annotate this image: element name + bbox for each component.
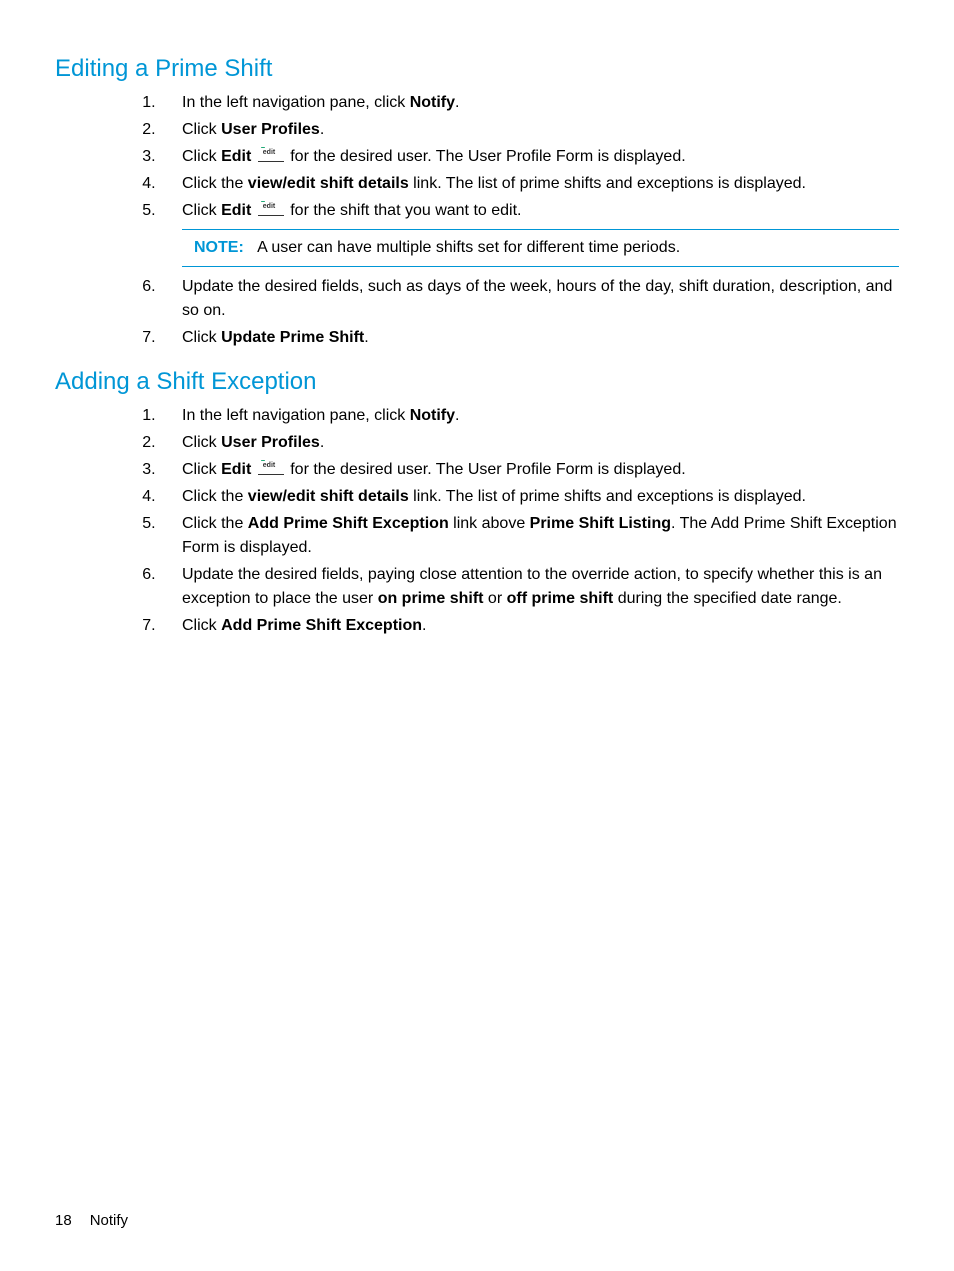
step-1: In the left navigation pane, click Notif… — [160, 91, 899, 115]
text: link. The list of prime shifts and excep… — [409, 488, 806, 505]
step-3: Click Edit for the desired user. The Use… — [160, 145, 899, 169]
step-7: Click Add Prime Shift Exception. — [160, 614, 899, 638]
heading-editing-prime-shift: Editing a Prime Shift — [55, 55, 899, 83]
bold-update-prime-shift: Update Prime Shift — [221, 329, 364, 346]
text: . — [422, 617, 426, 634]
text: . — [320, 434, 324, 451]
bold-notify: Notify — [410, 94, 455, 111]
note-text: A user can have multiple shifts set for … — [257, 239, 680, 256]
text: Click the — [182, 175, 248, 192]
page-number: 18 — [55, 1212, 72, 1229]
document-page: Editing a Prime Shift In the left naviga… — [0, 0, 954, 1271]
step-6: Update the desired fields, such as days … — [160, 275, 899, 323]
bold-notify: Notify — [410, 407, 455, 424]
bold-add-prime-shift-exception: Add Prime Shift Exception — [248, 515, 449, 532]
step-2: Click User Profiles. — [160, 431, 899, 455]
text: Click the — [182, 488, 248, 505]
step-7: Click Update Prime Shift. — [160, 326, 899, 350]
step-4: Click the view/edit shift details link. … — [160, 172, 899, 196]
text: link above — [449, 515, 530, 532]
step-3: Click Edit for the desired user. The Use… — [160, 458, 899, 482]
page-footer: 18 Notify — [55, 1212, 128, 1229]
bold-edit: Edit — [221, 148, 251, 165]
text: Update the desired fields, such as days … — [182, 278, 892, 319]
bold-add-prime-shift-exception: Add Prime Shift Exception — [221, 617, 422, 634]
footer-section: Notify — [90, 1212, 128, 1229]
text: . — [455, 94, 459, 111]
text: . — [320, 121, 324, 138]
text: In the left navigation pane, click — [182, 407, 410, 424]
bold-on-prime-shift: on prime shift — [378, 590, 484, 607]
note-box: NOTE: A user can have multiple shifts se… — [182, 229, 899, 267]
bold-edit: Edit — [221, 202, 251, 219]
text: Click — [182, 617, 221, 634]
text: Click — [182, 148, 221, 165]
step-6: Update the desired fields, paying close … — [160, 563, 899, 611]
text: In the left navigation pane, click — [182, 94, 410, 111]
text: for the desired user. The User Profile F… — [286, 148, 686, 165]
step-1: In the left navigation pane, click Notif… — [160, 404, 899, 428]
step-5: Click Edit for the shift that you want t… — [160, 199, 899, 267]
bold-edit: Edit — [221, 461, 251, 478]
text: . — [364, 329, 368, 346]
text: for the desired user. The User Profile F… — [286, 461, 686, 478]
steps-adding-shift-exception: In the left navigation pane, click Notif… — [55, 404, 899, 638]
text: . — [455, 407, 459, 424]
edit-icon — [258, 464, 284, 475]
bold-user-profiles: User Profiles — [221, 121, 320, 138]
text: for the shift that you want to edit. — [286, 202, 522, 219]
text: during the specified date range. — [613, 590, 842, 607]
step-2: Click User Profiles. — [160, 118, 899, 142]
bold-user-profiles: User Profiles — [221, 434, 320, 451]
text: Click — [182, 121, 221, 138]
bold-off-prime-shift: off prime shift — [507, 590, 614, 607]
bold-view-edit-shift: view/edit shift details — [248, 175, 409, 192]
text: link. The list of prime shifts and excep… — [409, 175, 806, 192]
edit-icon — [258, 205, 284, 216]
heading-adding-shift-exception: Adding a Shift Exception — [55, 368, 899, 396]
note-label: NOTE: — [194, 239, 244, 256]
text: or — [483, 590, 506, 607]
text: Click the — [182, 515, 248, 532]
bold-prime-shift-listing: Prime Shift Listing — [530, 515, 671, 532]
text: Click — [182, 434, 221, 451]
edit-icon — [258, 151, 284, 162]
step-4: Click the view/edit shift details link. … — [160, 485, 899, 509]
text: Click — [182, 202, 221, 219]
steps-editing-prime-shift: In the left navigation pane, click Notif… — [55, 91, 899, 350]
step-5: Click the Add Prime Shift Exception link… — [160, 512, 899, 560]
text: Click — [182, 329, 221, 346]
bold-view-edit-shift: view/edit shift details — [248, 488, 409, 505]
text: Click — [182, 461, 221, 478]
